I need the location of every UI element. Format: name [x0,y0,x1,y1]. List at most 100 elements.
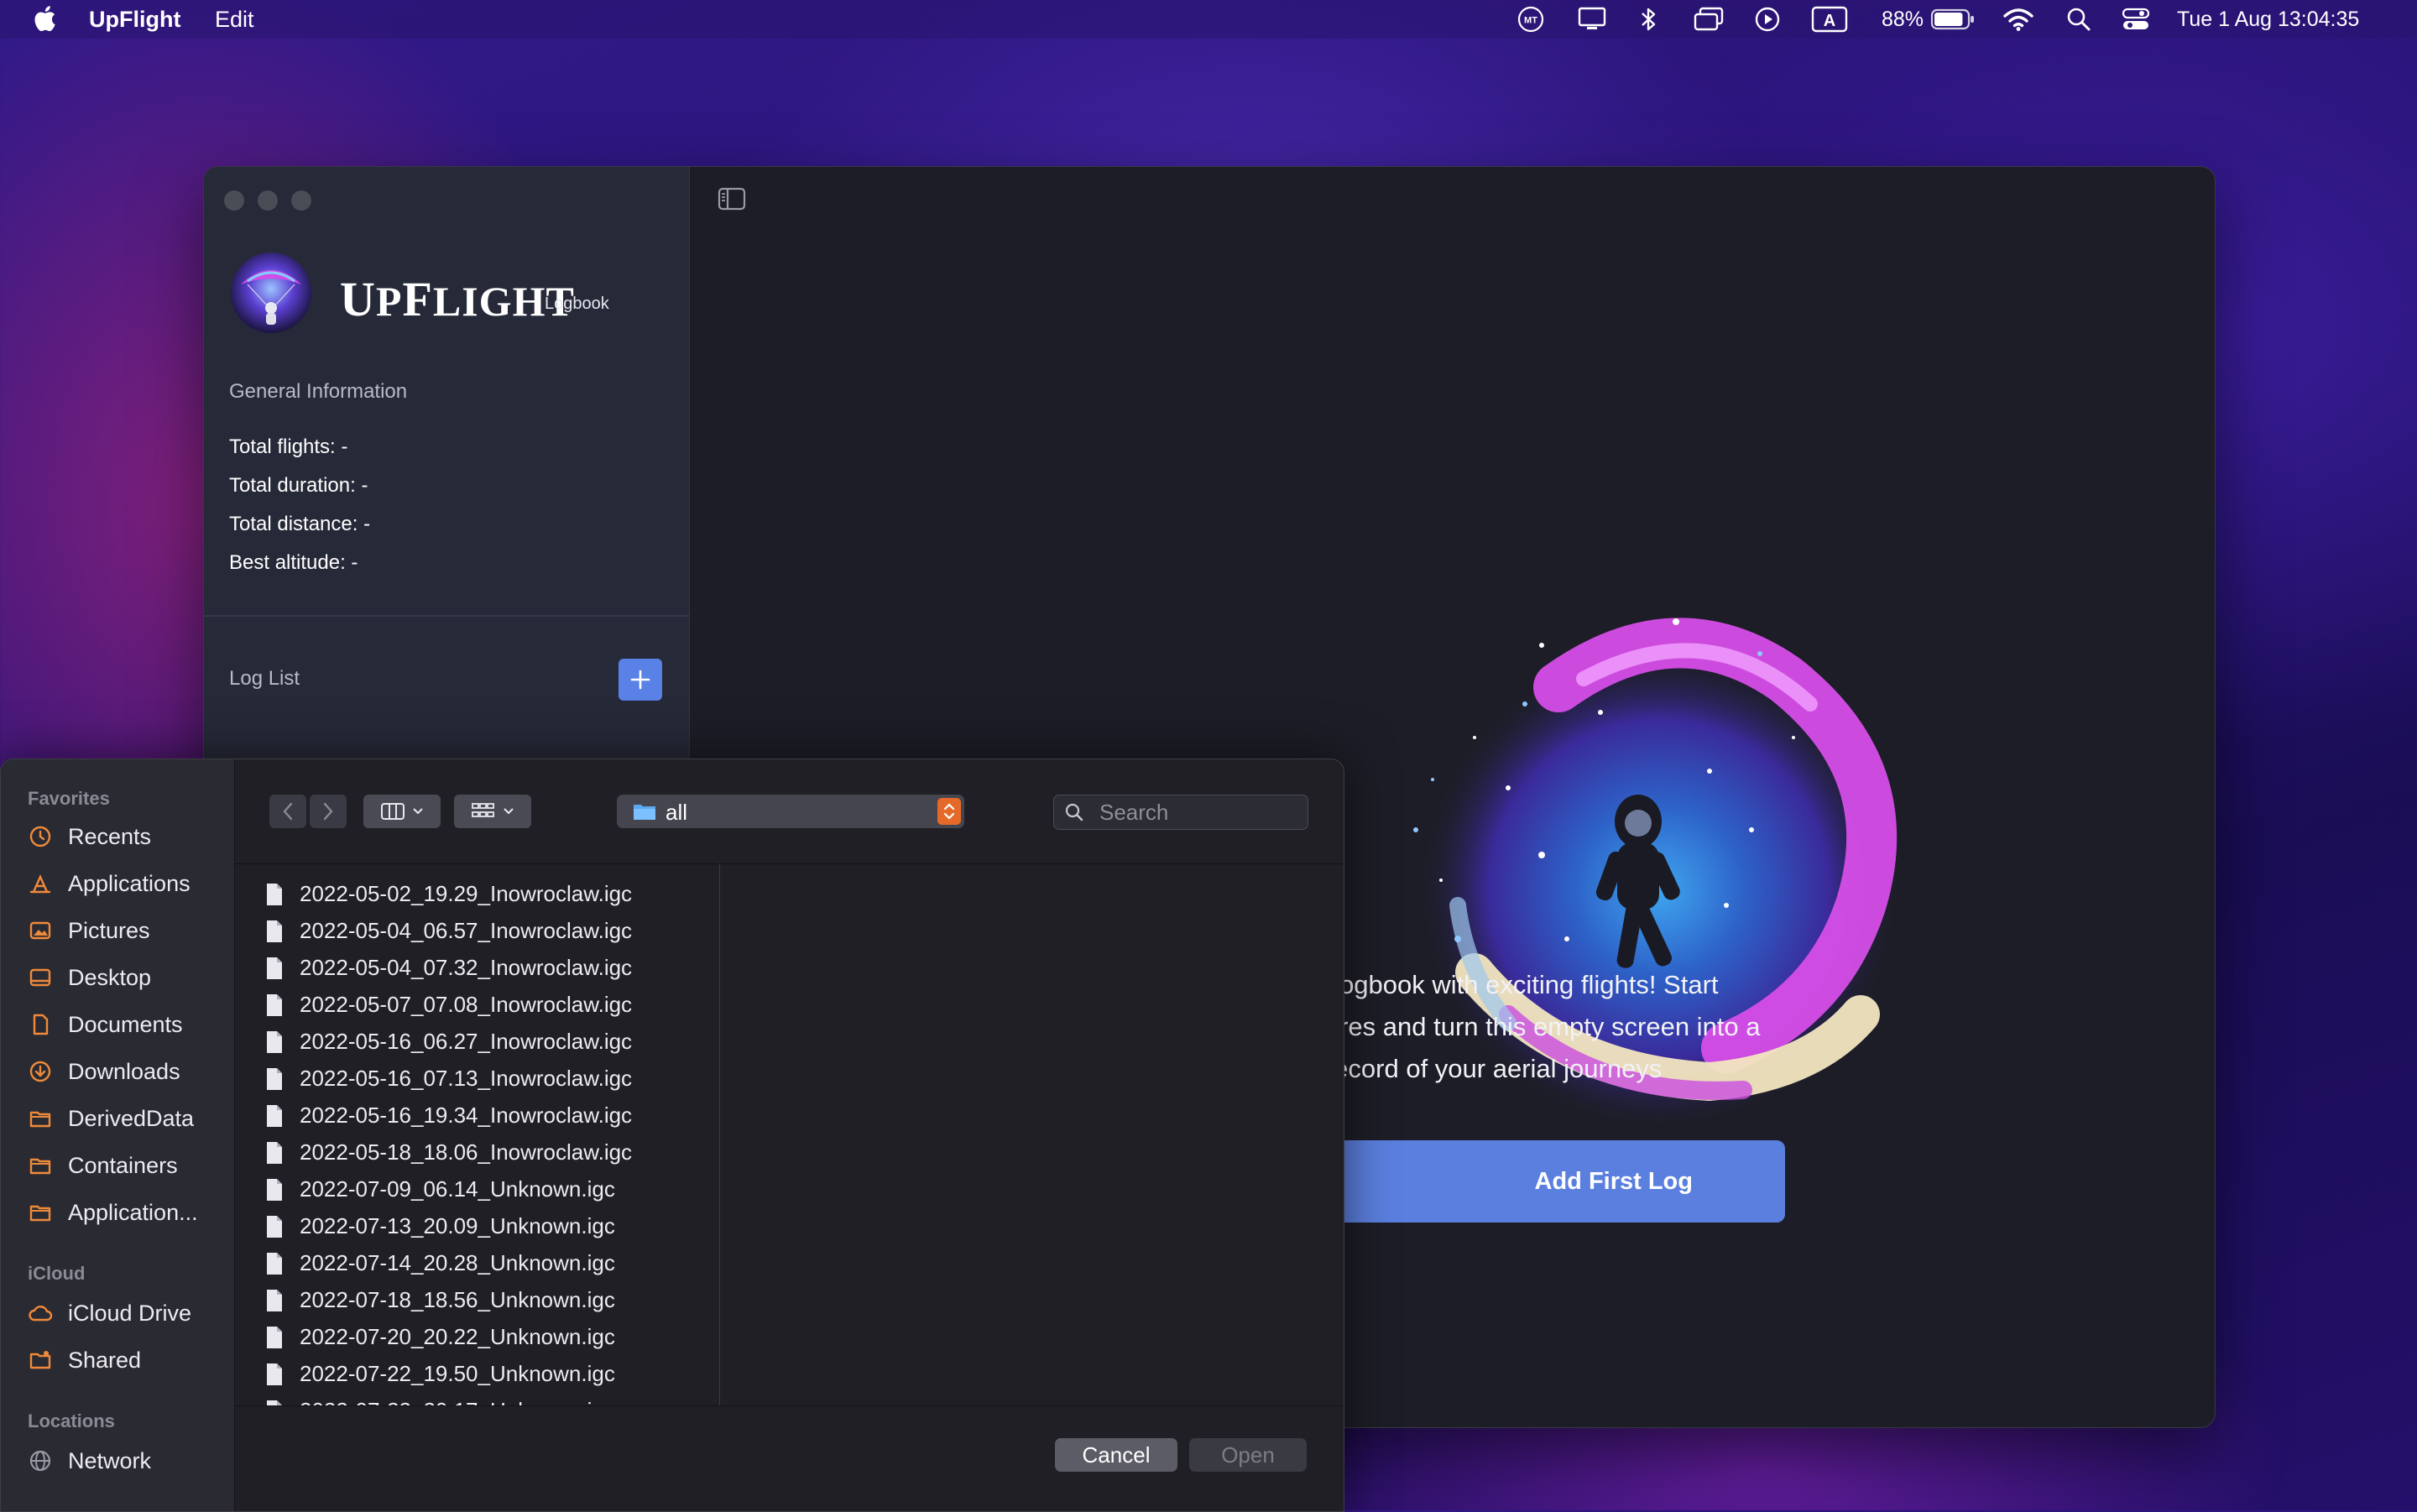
display-icon[interactable] [1578,7,1606,32]
sidebar-item-shared[interactable]: Shared [28,1343,141,1377]
folder-icon [28,1153,53,1178]
brand-initial-u: U [340,272,376,326]
file-icon [267,1400,282,1405]
stat-value: - [361,474,368,497]
file-icon [267,1290,282,1311]
window-stack-icon[interactable] [1694,7,1724,32]
file-row[interactable]: 2022-05-02_19.29_Inowroclaw.igc [234,875,719,912]
window-close-button[interactable] [224,190,244,211]
pictures-icon [28,918,53,943]
plus-icon [630,670,650,690]
file-name: 2022-07-22_20.17_Unknown.igc [300,1398,615,1405]
folder-icon [28,1200,53,1225]
file-name: 2022-05-04_06.57_Inowroclaw.igc [300,918,633,943]
bluetooth-icon[interactable] [1640,7,1658,32]
sidebar-item-deriveddata[interactable]: DerivedData [28,1102,194,1135]
sidebar-item-applications[interactable]: Applications [28,867,191,900]
file-icon [267,994,282,1016]
sidebar-item-icloud-drive[interactable]: iCloud Drive [28,1296,191,1330]
column-view-button[interactable] [363,795,441,828]
apple-icon[interactable] [32,5,57,32]
back-button[interactable] [269,795,306,828]
search-input[interactable] [1098,799,1302,826]
sidebar-item-containers[interactable]: Containers [28,1149,178,1182]
sidebar-item-application-support[interactable]: Application... [28,1196,198,1229]
file-name: 2022-05-02_19.29_Inowroclaw.igc [300,881,633,906]
brand-subtitle: Logbook [545,295,609,313]
sidebar-item-downloads[interactable]: Downloads [28,1055,180,1088]
general-info-title: General Information [229,380,408,403]
file-row[interactable]: 2022-05-16_19.34_Inowroclaw.igc [234,1097,719,1134]
favorites-title: Favorites [28,788,110,809]
group-view-button[interactable] [454,795,531,828]
grid-icon [472,803,494,817]
forward-button[interactable] [310,795,347,828]
preview-pane [721,863,1344,1405]
search-field[interactable] [1053,795,1308,830]
play-icon[interactable] [1754,7,1781,32]
file-name: 2022-05-16_07.13_Inowroclaw.igc [300,1066,633,1091]
columns-icon [381,803,405,820]
clock[interactable]: Tue 1 Aug 13:04:35 [2177,8,2359,32]
empty-state-line: d record of your aerial journeys [1303,1054,1663,1083]
sidebar-item-label: Shared [68,1347,142,1373]
stat-best-altitude: Best altitude: - [229,551,358,575]
brand-rest-p: P [375,278,403,325]
file-row[interactable]: 2022-07-18_18.56_Unknown.igc [234,1281,719,1318]
stat-value: - [341,435,348,458]
file-row[interactable]: 2022-05-16_07.13_Inowroclaw.igc [234,1060,719,1097]
stat-value: - [363,513,371,535]
wifi-icon[interactable] [2002,7,2034,32]
file-name: 2022-05-16_06.27_Inowroclaw.igc [300,1029,633,1054]
file-row[interactable]: 2022-05-04_07.32_Inowroclaw.igc [234,949,719,986]
document-icon [28,1012,53,1037]
window-zoom-button[interactable] [291,190,311,211]
sidebar-item-recents[interactable]: Recents [28,820,151,853]
cancel-button[interactable]: Cancel [1055,1438,1177,1472]
stat-label: Total distance: [229,513,358,535]
file-row[interactable]: 2022-07-13_20.09_Unknown.igc [234,1207,719,1244]
file-list[interactable]: 2022-05-02_19.29_Inowroclaw.igc 2022-05-… [234,863,720,1405]
keyboard-input-label: A [1824,12,1835,30]
location-popup[interactable]: all [617,795,964,828]
desktop-icon [28,965,53,990]
file-row[interactable]: 2022-07-22_20.17_Unknown.igc [234,1392,719,1405]
sidebar-item-documents[interactable]: Documents [28,1008,183,1041]
add-first-log-button[interactable]: Add First Log [1303,1140,1785,1223]
cloud-icon [28,1301,53,1326]
control-center-icon[interactable] [2122,7,2150,32]
spotlight-search-icon[interactable] [2066,7,2091,32]
sidebar-item-desktop[interactable]: Desktop [28,961,151,994]
dialog-footer: Cancel Open [234,1405,1344,1511]
mt-status-icon[interactable]: MT [1517,6,1544,33]
file-row[interactable]: 2022-07-14_20.28_Unknown.igc [234,1244,719,1281]
sidebar-item-network[interactable]: Network [28,1444,151,1478]
window-minimize-button[interactable] [258,190,278,211]
empty-state-line: ur logbook with exciting flights! Start [1303,970,1719,999]
battery-percent: 88% [1882,8,1924,31]
file-row[interactable]: 2022-05-18_18.06_Inowroclaw.igc [234,1134,719,1170]
file-name: 2022-07-18_18.56_Unknown.igc [300,1287,615,1312]
file-row[interactable]: 2022-07-09_06.14_Unknown.igc [234,1170,719,1207]
app-menu[interactable]: UpFlight [89,7,180,33]
file-row[interactable]: 2022-07-22_19.50_Unknown.igc [234,1355,719,1392]
stat-total-flights: Total flights: - [229,435,347,459]
add-log-button[interactable] [619,659,662,701]
file-name: 2022-07-20_20.22_Unknown.igc [300,1324,615,1349]
sidebar-toggle-icon[interactable] [718,187,746,211]
folder-icon [634,805,655,820]
file-row[interactable]: 2022-07-20_20.22_Unknown.igc [234,1318,719,1355]
file-row[interactable]: 2022-05-07_07.08_Inowroclaw.igc [234,986,719,1023]
file-icon [267,884,282,905]
open-button[interactable]: Open [1189,1438,1307,1472]
file-icon [267,1142,282,1164]
sidebar-item-label: Downloads [68,1058,180,1084]
file-row[interactable]: 2022-05-16_06.27_Inowroclaw.igc [234,1023,719,1060]
battery-icon[interactable] [1930,7,1976,32]
stat-value: - [351,551,358,574]
sidebar-item-pictures[interactable]: Pictures [28,914,150,947]
keyboard-input-icon[interactable]: A [1811,6,1848,33]
file-name: 2022-07-13_20.09_Unknown.igc [300,1213,615,1238]
file-row[interactable]: 2022-05-04_06.57_Inowroclaw.igc [234,912,719,949]
edit-menu[interactable]: Edit [215,7,254,33]
